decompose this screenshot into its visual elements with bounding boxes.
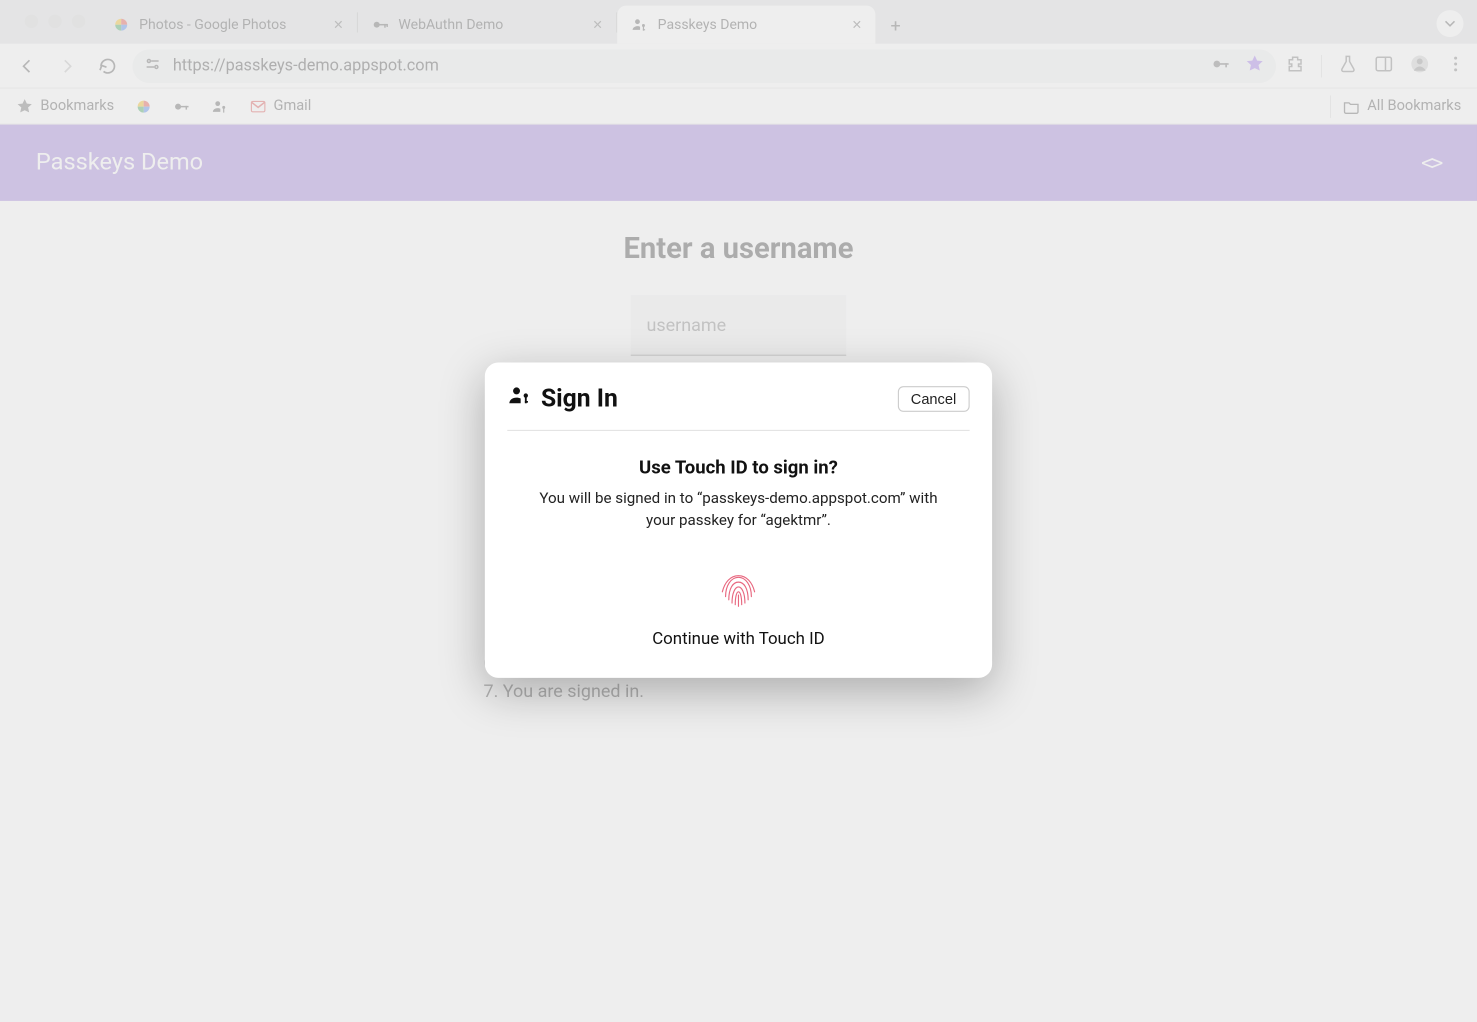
signin-dialog: Sign In Cancel Use Touch ID to sign in? … bbox=[485, 363, 992, 679]
divider bbox=[507, 430, 969, 431]
dialog-description: You will be signed in to “passkeys-demo.… bbox=[507, 488, 969, 532]
fingerprint-icon[interactable] bbox=[507, 561, 969, 613]
person-key-icon bbox=[507, 383, 532, 414]
dialog-subtitle: Use Touch ID to sign in? bbox=[507, 458, 969, 479]
cancel-button[interactable]: Cancel bbox=[897, 386, 969, 412]
continue-touchid-label: Continue with Touch ID bbox=[507, 629, 969, 649]
dialog-title: Sign In bbox=[541, 384, 618, 412]
